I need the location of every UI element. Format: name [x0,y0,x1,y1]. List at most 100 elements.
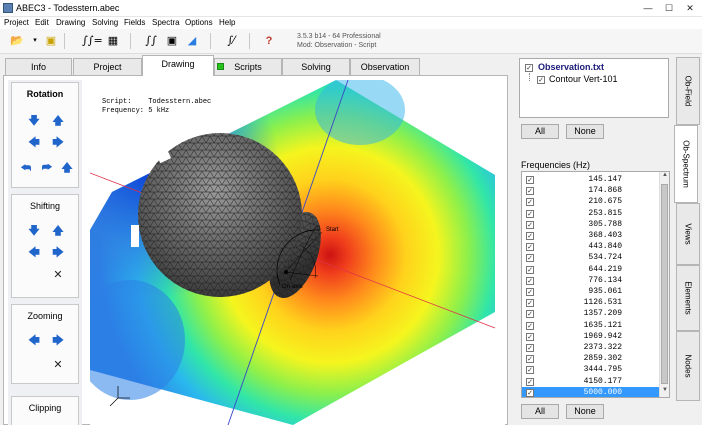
frequency-row[interactable]: ✓ 644.219 [522,264,660,276]
zoom-reset-icon[interactable]: ✕ [52,359,64,371]
rotate-y-icon[interactable]: ⮫ [41,162,53,174]
shift-down-icon[interactable]: 🡇 [28,225,40,237]
frequency-checkbox[interactable]: ✓ [526,388,534,397]
menu-help[interactable]: Help [219,18,235,27]
frequency-row[interactable]: ✓ 534.724 [522,252,660,264]
frequencies-all-button[interactable]: All [521,404,559,419]
tab-project[interactable]: Project [73,58,142,75]
frequency-row[interactable]: ✓ 443.840 [522,241,660,253]
contour-item[interactable]: Contour Vert-101 [549,74,618,84]
frequency-row[interactable]: ✓ 1357.209 [522,308,660,320]
frequency-checkbox[interactable]: ✓ [526,344,534,352]
menu-drawing[interactable]: Drawing [56,18,85,27]
tab-scripts[interactable]: Scripts [214,58,282,75]
scroll-down-icon[interactable]: ▼ [661,387,669,396]
rotate-down-icon[interactable]: 🡇 [28,115,40,127]
frequency-checkbox[interactable]: ✓ [526,232,534,240]
frequency-row[interactable]: ✓ 4150.177 [522,376,660,388]
observation-checkbox[interactable]: ✓ [525,64,533,72]
frequency-checkbox[interactable]: ✓ [526,176,534,184]
tab-drawing[interactable]: Drawing [142,55,214,76]
spectrum-integral-icon[interactable]: ∫⁄ [222,33,240,49]
frequency-checkbox[interactable]: ✓ [526,355,534,364]
integral-icon[interactable]: ∫∫= [82,33,103,49]
rotate-up-icon[interactable]: 🡅 [52,115,64,127]
shift-up-icon[interactable]: 🡅 [52,225,64,237]
frequency-checkbox[interactable]: ✓ [526,377,534,386]
menu-spectra[interactable]: Spectra [152,18,180,27]
frequency-checkbox[interactable]: ✓ [526,321,534,330]
save-icon[interactable]: ▣ [42,33,60,49]
minimize-button[interactable]: — [640,2,656,14]
frequency-checkbox[interactable]: ✓ [526,276,534,285]
menu-project[interactable]: Project [4,18,29,27]
frequency-row[interactable]: ✓ 1969.942 [522,331,660,343]
frequency-row[interactable]: ✓ 2859.302 [522,353,660,365]
frequency-row[interactable]: ✓ 776.134 [522,275,660,287]
frequency-row[interactable]: ✓ 3444.795 [522,364,660,376]
rotate-x-icon[interactable]: 🡅 [61,162,73,174]
3d-viewport[interactable]: Script: Todesstern.abec Frequency: 5 kHz… [90,80,505,425]
frequency-checkbox[interactable]: ✓ [526,366,534,375]
frequency-checkbox[interactable]: ✓ [526,310,534,319]
frequency-row[interactable]: ✓ 174.868 [522,185,660,197]
tab-solving[interactable]: Solving [282,58,350,75]
shift-left-icon[interactable]: 🡄 [28,247,40,259]
close-button[interactable]: ✕ [682,2,698,14]
zoom-in-icon[interactable]: 🡆 [52,335,64,347]
frequency-checkbox[interactable]: ✓ [526,220,534,229]
open-folder-icon[interactable]: 📂 [8,33,26,49]
help-icon[interactable]: ? [260,33,278,49]
frequency-row[interactable]: ✓ 5000.000 [522,386,660,397]
frequency-checkbox[interactable]: ✓ [526,288,534,296]
frequency-checkbox[interactable]: ✓ [526,265,534,274]
tab-observation[interactable]: Observation [350,58,420,75]
rotate-right-icon[interactable]: 🡆 [52,137,64,149]
colormap-icon[interactable]: ◢ [183,33,201,49]
scroll-thumb[interactable] [661,184,668,384]
menu-edit[interactable]: Edit [35,18,49,27]
rotate-left-icon[interactable]: 🡄 [28,137,40,149]
frequency-checkbox[interactable]: ✓ [526,209,534,218]
frequency-list[interactable]: ✓ 145.147 ✓ 174.868 ✓ 210.675 ✓ 253.815 ✓ 305.788… [521,171,670,398]
side-tab-nodes[interactable]: Nodes [676,331,700,401]
frequency-checkbox[interactable]: ✓ [526,187,534,196]
field-icon[interactable]: ▣ [163,33,181,49]
side-tab-views[interactable]: Views [676,203,700,265]
menu-options[interactable]: Options [185,18,213,27]
frequency-checkbox[interactable]: ✓ [526,243,534,252]
shift-right-icon[interactable]: 🡆 [52,247,64,259]
frequency-row[interactable]: ✓ 210.675 [522,196,660,208]
frequency-checkbox[interactable]: ✓ [526,299,534,308]
frequency-checkbox[interactable]: ✓ [526,254,534,263]
frequency-row[interactable]: ✓ 253.815 [522,208,660,220]
frequency-row[interactable]: ✓ 1635.121 [522,320,660,332]
frequency-row[interactable]: ✓ 145.147 [522,174,660,186]
frequency-row[interactable]: ✓ 1126.531 [522,297,660,309]
observation-file[interactable]: Observation.txt [538,62,604,72]
observation-all-button[interactable]: All [521,124,559,139]
frequency-checkbox[interactable]: ✓ [526,198,534,207]
side-tab-elements[interactable]: Elements [676,265,700,331]
frequencies-none-button[interactable]: None [566,404,604,419]
frequency-scrollbar[interactable]: ▲ ▼ [659,172,669,397]
frequency-row[interactable]: ✓ 305.788 [522,219,660,231]
scroll-up-icon[interactable]: ▲ [661,172,669,181]
zoom-out-icon[interactable]: 🡄 [28,335,40,347]
menu-fields[interactable]: Fields [124,18,145,27]
rotate-z-icon[interactable]: ⮪ [20,162,32,174]
shift-reset-icon[interactable]: ✕ [52,269,64,281]
mesh-grid-icon[interactable]: ▦ [104,33,122,49]
tab-info[interactable]: Info [5,58,72,75]
frequency-checkbox[interactable]: ✓ [526,332,534,341]
frequency-row[interactable]: ✓ 935.061 [522,286,660,298]
side-tab-ob-spectrum[interactable]: Ob-Spectrum [674,125,698,203]
frequency-row[interactable]: ✓ 2373.322 [522,342,660,354]
frequency-row[interactable]: ✓ 368.403 [522,230,660,242]
solve-integral-icon[interactable]: ∫∫ [142,33,160,49]
menu-solving[interactable]: Solving [92,18,118,27]
maximize-button[interactable]: ☐ [661,2,677,14]
side-tab-ob-field[interactable]: Ob-Field [676,57,700,125]
contour-checkbox[interactable]: ✓ [537,76,545,84]
observation-none-button[interactable]: None [566,124,604,139]
